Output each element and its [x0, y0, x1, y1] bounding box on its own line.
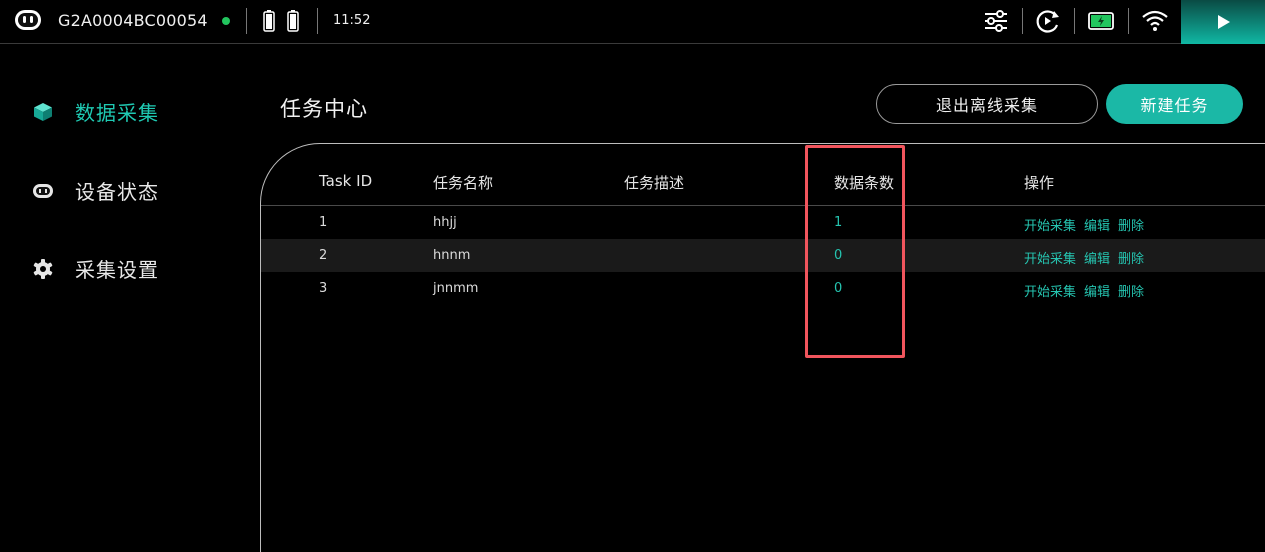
- play-button[interactable]: [1181, 0, 1265, 44]
- sidebar-item-label: 设备状态: [75, 180, 159, 204]
- online-status-dot: [222, 17, 230, 25]
- edit-link[interactable]: 编辑: [1084, 281, 1110, 300]
- sliders-icon[interactable]: [982, 8, 1010, 34]
- edit-link[interactable]: 编辑: [1084, 248, 1110, 267]
- task-name: jnnmm: [433, 281, 479, 296]
- row-actions: 开始采集 编辑 删除: [1024, 281, 1144, 300]
- cube-icon: [34, 102, 52, 121]
- device-id: G2A0004BC00054: [58, 11, 208, 30]
- column-header-data-count: 数据条数: [834, 174, 895, 192]
- start-collection-link[interactable]: 开始采集: [1024, 248, 1076, 267]
- table-header: Task ID 任务名称 任务描述 数据条数 操作: [261, 144, 1265, 206]
- delete-link[interactable]: 删除: [1118, 281, 1144, 300]
- sidebar-item-collection-settings[interactable]: 采集设置: [32, 254, 159, 283]
- charging-battery-icon: [1088, 12, 1114, 30]
- task-table: Task ID 任务名称 任务描述 数据条数 操作 1 hhjj 1 开始采集 …: [260, 143, 1265, 552]
- play-icon: [1218, 15, 1230, 29]
- robot-icon: [33, 183, 53, 198]
- new-task-button[interactable]: 新建任务: [1106, 84, 1243, 124]
- task-id: 2: [319, 248, 328, 263]
- table-row: 1 hhjj 1 开始采集 编辑 删除: [261, 206, 1265, 239]
- divider: [317, 8, 318, 34]
- column-header-task-id: Task ID: [319, 172, 373, 190]
- row-actions: 开始采集 编辑 删除: [1024, 248, 1144, 267]
- table-row: 3 jnnmm 0 开始采集 编辑 删除: [261, 272, 1265, 305]
- wifi-icon[interactable]: [1141, 8, 1169, 34]
- battery-icon: [287, 10, 299, 32]
- status-bar: G2A0004BC00054 11:52: [0, 0, 1265, 44]
- divider: [1022, 8, 1023, 34]
- gear-icon: [33, 258, 53, 279]
- divider: [1074, 8, 1075, 34]
- refresh-play-icon[interactable]: [1034, 8, 1062, 34]
- edit-link[interactable]: 编辑: [1084, 215, 1110, 234]
- task-id: 3: [319, 281, 328, 296]
- start-collection-link[interactable]: 开始采集: [1024, 281, 1076, 300]
- data-count: 1: [834, 215, 843, 230]
- divider: [246, 8, 247, 34]
- sidebar-item-device-status[interactable]: 设备状态: [32, 176, 159, 205]
- delete-link[interactable]: 删除: [1118, 215, 1144, 234]
- column-header-actions: 操作: [1024, 174, 1055, 192]
- sidebar-item-data-collection[interactable]: 数据采集: [32, 97, 159, 126]
- data-count: 0: [834, 248, 843, 263]
- task-id: 1: [319, 215, 328, 230]
- robot-avatar-icon: [15, 10, 41, 30]
- start-collection-link[interactable]: 开始采集: [1024, 215, 1076, 234]
- divider: [1128, 8, 1129, 34]
- task-name: hnnm: [433, 248, 471, 263]
- exit-offline-collection-button[interactable]: 退出离线采集: [876, 84, 1098, 124]
- task-name: hhjj: [433, 215, 457, 230]
- clock: 11:52: [333, 13, 371, 28]
- table-row: 2 hnnm 0 开始采集 编辑 删除: [261, 239, 1265, 272]
- column-header-task-description: 任务描述: [624, 174, 685, 192]
- sidebar-item-label: 数据采集: [75, 101, 159, 125]
- data-count: 0: [834, 281, 843, 296]
- page-title: 任务中心: [280, 97, 368, 121]
- sidebar-item-label: 采集设置: [75, 258, 159, 282]
- delete-link[interactable]: 删除: [1118, 248, 1144, 267]
- column-header-task-name: 任务名称: [433, 174, 494, 192]
- row-actions: 开始采集 编辑 删除: [1024, 215, 1144, 234]
- battery-icon: [263, 10, 275, 32]
